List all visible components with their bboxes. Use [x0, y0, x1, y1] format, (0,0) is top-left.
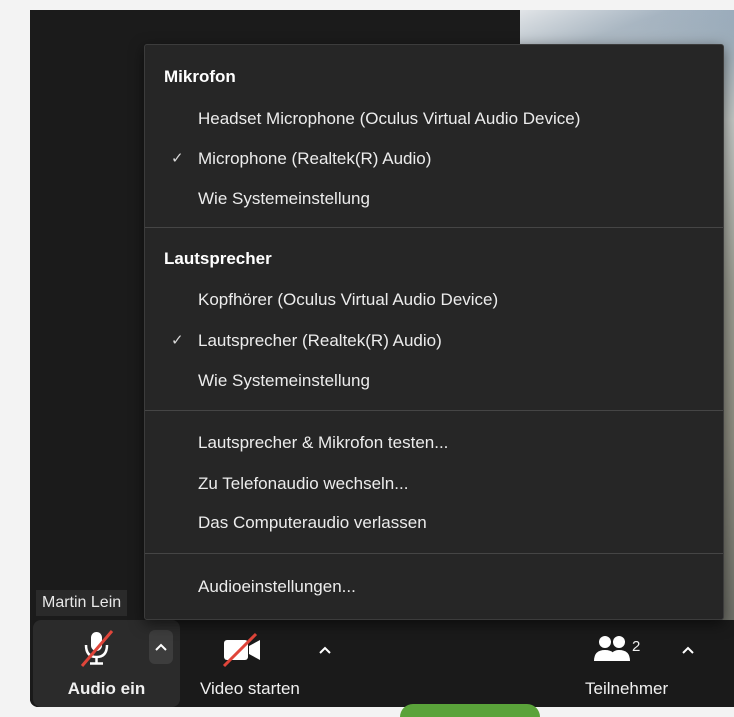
- menu-item-microphone-system[interactable]: Wie Systemeinstellung: [145, 183, 723, 215]
- checkmark-icon: ✓: [171, 150, 184, 167]
- audio-button-label: Audio ein: [67, 679, 146, 698]
- meeting-toolbar: Audio ein Video starten 2 Teilnehmer: [30, 620, 734, 707]
- menu-item-microphone-headset[interactable]: Headset Microphone (Oculus Virtual Audio…: [145, 103, 723, 135]
- audio-button[interactable]: Audio ein: [33, 620, 180, 707]
- menu-divider: [145, 227, 723, 228]
- video-options-caret[interactable]: [315, 640, 335, 660]
- participant-name-tag: Martin Lein: [36, 590, 128, 616]
- participants-options-caret[interactable]: [678, 640, 698, 660]
- chevron-up-icon: [319, 646, 331, 654]
- start-video-button[interactable]: Video starten: [190, 620, 340, 707]
- start-video-label: Video starten: [200, 679, 300, 698]
- microphone-muted-icon: [80, 630, 114, 667]
- chevron-up-icon: [682, 646, 694, 654]
- checkmark-icon: ✓: [171, 332, 184, 349]
- menu-divider: [145, 410, 723, 411]
- participants-button[interactable]: 2 Teilnehmer: [550, 620, 710, 707]
- menu-item-switch-phone-audio[interactable]: Zu Telefonaudio wechseln...: [145, 468, 723, 500]
- menu-item-test-audio[interactable]: Lautsprecher & Mikrofon testen...: [145, 427, 723, 459]
- menu-item-microphone-realtek[interactable]: ✓ Microphone (Realtek(R) Audio): [145, 143, 723, 175]
- audio-options-menu: Mikrofon Headset Microphone (Oculus Virt…: [144, 44, 724, 620]
- menu-item-speaker-system[interactable]: Wie Systemeinstellung: [145, 365, 723, 397]
- menu-item-audio-settings[interactable]: Audioeinstellungen...: [145, 571, 723, 603]
- participants-count: 2: [632, 638, 641, 655]
- video-camera-off-icon: [222, 632, 260, 668]
- menu-item-leave-computer-audio[interactable]: Das Computeraudio verlassen: [145, 507, 723, 539]
- microphone-section-header: Mikrofon: [164, 67, 236, 86]
- chevron-up-icon: [155, 643, 167, 651]
- menu-item-speaker-realtek[interactable]: ✓ Lautsprecher (Realtek(R) Audio): [145, 325, 723, 357]
- participants-label: Teilnehmer: [585, 679, 669, 698]
- menu-divider: [145, 553, 723, 554]
- audio-options-caret[interactable]: [149, 630, 173, 664]
- participants-icon: [594, 636, 630, 661]
- menu-item-speaker-headphones[interactable]: Kopfhörer (Oculus Virtual Audio Device): [145, 284, 723, 316]
- speaker-section-header: Lautsprecher: [164, 249, 272, 268]
